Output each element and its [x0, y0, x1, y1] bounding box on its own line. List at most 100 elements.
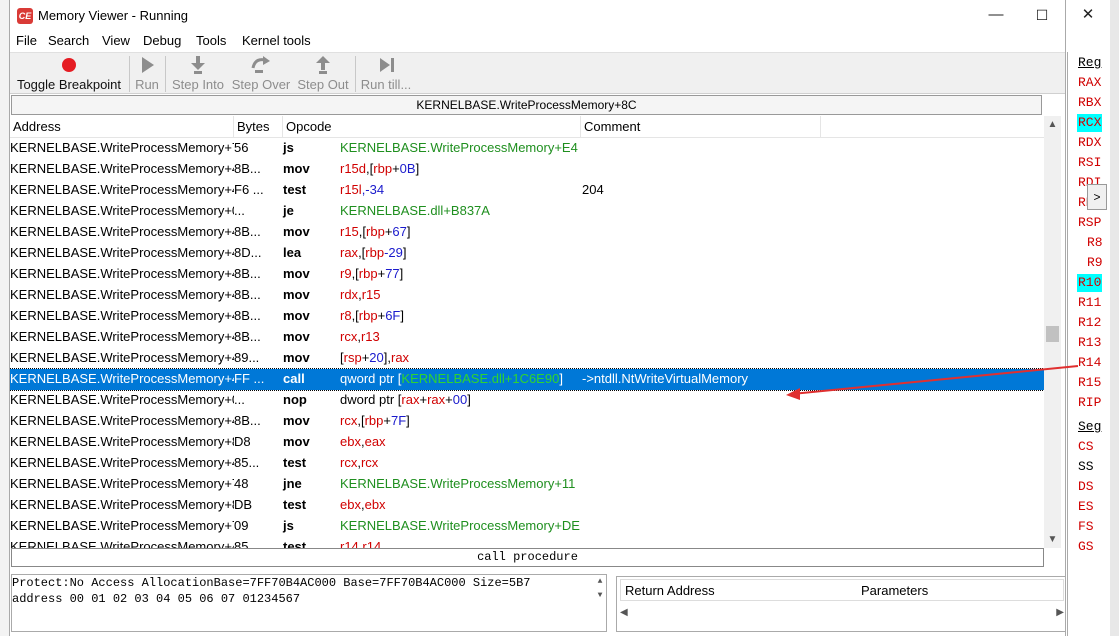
column-comment[interactable]: Comment	[581, 116, 821, 138]
operand-token: ebx	[340, 434, 361, 449]
step-out-icon	[316, 56, 330, 74]
register-rip[interactable]: RIP	[1077, 394, 1102, 412]
register-r15[interactable]: R15	[1077, 374, 1102, 392]
instruction-address: KERNELBASE.WriteProcessMemory+4D	[10, 539, 234, 548]
column-opcode[interactable]: Opcode	[283, 116, 581, 138]
instruction-row[interactable]: KERNELBASE.WriteProcessMemory+8B D8 mov ebx…	[10, 432, 1044, 453]
stack-trace-panel[interactable]: Return Address Parameters ◀ ▶	[616, 576, 1066, 632]
operand-token: rbp	[373, 161, 393, 176]
step-over-button[interactable]: Step Over	[230, 53, 292, 95]
menu-view[interactable]: View	[102, 33, 130, 48]
maximize-button[interactable]: ☐	[1019, 0, 1065, 32]
register-rax[interactable]: RAX	[1077, 74, 1102, 92]
instruction-opcode: mov	[283, 161, 310, 176]
register-r13[interactable]: R13	[1077, 334, 1102, 352]
instruction-row[interactable]: KERNELBASE.WriteProcessMemory+41 F6 ... te…	[10, 180, 1044, 201]
instruction-row[interactable]: KERNELBASE.WriteProcessMemory+4D 85 test r1…	[10, 537, 1044, 548]
instruction-row[interactable]: KERNELBASE.WriteProcessMemory+4C 8B... mov…	[10, 222, 1044, 243]
toggle-breakpoint-button[interactable]: Toggle Breakpoint	[12, 53, 126, 95]
menu-file[interactable]: File	[16, 33, 37, 48]
expand-registers-button[interactable]: >	[1087, 184, 1107, 210]
instruction-row[interactable]: KERNELBASE.WriteProcessMemory+44 8B... mov…	[10, 159, 1044, 180]
instruction-opcode: mov	[283, 266, 310, 281]
register-rsi[interactable]: RSI	[1077, 154, 1102, 172]
instruction-row[interactable]: KERNELBASE.WriteProcessMemory+48 89... mov…	[10, 348, 1044, 369]
segment-fs[interactable]: FS	[1077, 518, 1095, 536]
hex-scroll-up-icon[interactable]: ▲	[594, 577, 606, 589]
register-r9[interactable]: R9	[1086, 254, 1104, 272]
column-bytes[interactable]: Bytes	[234, 116, 283, 138]
register-r11[interactable]: R11	[1077, 294, 1102, 312]
hex-scroll-down-icon[interactable]: ▼	[594, 591, 606, 603]
scroll-up-arrow-icon[interactable]: ▲	[1044, 116, 1061, 133]
instruction-row[interactable]: KERNELBASE.WriteProcessMemory+48 85... tes…	[10, 453, 1044, 474]
menu-tools[interactable]: Tools	[196, 33, 226, 48]
hex-view-panel[interactable]: Protect:No Access AllocationBase=7FF70B4…	[11, 574, 607, 632]
register-rsp[interactable]: RSP	[1077, 214, 1102, 232]
operand-token: ]	[399, 266, 404, 281]
register-rbx[interactable]: RBX	[1077, 94, 1102, 112]
instruction-operands: r14,r14	[340, 537, 582, 548]
instruction-address: KERNELBASE.WriteProcessMemory+78	[10, 518, 234, 533]
operand-token: rbp	[364, 413, 384, 428]
instruction-address: KERNELBASE.WriteProcessMemory+4C	[10, 266, 234, 281]
instruction-row[interactable]: KERNELBASE.WriteProcessMemory+49 8B... mov…	[10, 285, 1044, 306]
minimize-button[interactable]: —	[973, 0, 1019, 32]
step-into-button[interactable]: Step Into	[168, 53, 228, 95]
operand-token: ebx	[364, 497, 386, 512]
scroll-left-arrow-icon[interactable]: ◀	[620, 607, 628, 618]
instruction-row[interactable]: KERNELBASE.WriteProcessMemory+4C 8B... mov…	[10, 264, 1044, 285]
instruction-row[interactable]: KERNELBASE.WriteProcessMemory+78 56 js KERN…	[10, 138, 1044, 159]
segment-cs[interactable]: CS	[1077, 438, 1095, 456]
close-button[interactable]: ✕	[1065, 0, 1111, 32]
menu-bar: File Search View Debug Tools Kernel tool…	[10, 32, 1065, 52]
menu-search[interactable]: Search	[48, 33, 89, 48]
operand-token: ,[	[357, 413, 365, 428]
scroll-down-arrow-icon[interactable]: ▼	[1044, 531, 1061, 548]
instruction-bytes: 8B...	[234, 413, 261, 428]
instruction-row[interactable]: KERNELBASE.WriteProcessMemory+4C 8B... mov…	[10, 306, 1044, 327]
instruction-opcode: test	[283, 182, 307, 197]
desktop-background-left	[0, 0, 9, 636]
register-r8[interactable]: R8	[1086, 234, 1104, 252]
step-out-button[interactable]: Step Out	[294, 53, 352, 95]
instruction-row[interactable]: KERNELBASE.WriteProcessMemory+0F1F... nop…	[10, 390, 1044, 411]
instruction-row[interactable]: KERNELBASE.WriteProcessMemory+85 DB test eb…	[10, 495, 1044, 516]
register-rcx[interactable]: RCX	[1077, 114, 1103, 132]
run-button[interactable]: Run	[132, 53, 162, 95]
debug-toolbar: Toggle Breakpoint Run Step Into Step Ove…	[10, 52, 1065, 94]
instruction-opcode: mov	[283, 329, 310, 344]
column-address[interactable]: Address	[10, 116, 234, 138]
stack-horizontal-scrollbar[interactable]: ◀ ▶	[620, 607, 1064, 623]
register-rdx[interactable]: RDX	[1077, 134, 1102, 152]
run-till-button[interactable]: Run till...	[358, 53, 414, 95]
register-r12[interactable]: R12	[1077, 314, 1102, 332]
cheat-engine-app-icon: CE	[17, 8, 33, 24]
selected-instruction-row[interactable]: KERNELBASE.WriteProcessMemory+48 FF ... ca…	[10, 368, 1044, 391]
instruction-row[interactable]: KERNELBASE.WriteProcessMemory+49 8B... mov…	[10, 327, 1044, 348]
menu-kernel-tools[interactable]: Kernel tools	[242, 33, 311, 48]
column-parameters[interactable]: Parameters	[861, 583, 928, 598]
instruction-row[interactable]: KERNELBASE.WriteProcessMemory+48 8D... lea…	[10, 243, 1044, 264]
title-bar[interactable]: CE Memory Viewer - Running — ☐ ✕	[10, 0, 1094, 32]
toggle-breakpoint-label: Toggle Breakpoint	[16, 77, 122, 92]
disassembler-rows[interactable]: KERNELBASE.WriteProcessMemory+78 56 js KERN…	[10, 138, 1044, 548]
instruction-row[interactable]: KERNELBASE.WriteProcessMemory+0F84... je K…	[10, 201, 1044, 222]
instruction-row[interactable]: KERNELBASE.WriteProcessMemory+75 48 jne KER…	[10, 474, 1044, 495]
instruction-row[interactable]: KERNELBASE.WriteProcessMemory+78 09 js KERN…	[10, 516, 1044, 537]
column-return-address[interactable]: Return Address	[625, 583, 715, 598]
register-r10[interactable]: R10	[1077, 274, 1103, 292]
menu-debug[interactable]: Debug	[143, 33, 181, 48]
register-r14[interactable]: R14	[1077, 354, 1102, 372]
segment-es[interactable]: ES	[1077, 498, 1095, 516]
disassembler-scrollbar[interactable]: ▲ ▼	[1044, 116, 1061, 548]
segment-gs[interactable]: GS	[1077, 538, 1095, 556]
scroll-thumb[interactable]	[1046, 326, 1059, 342]
scroll-right-arrow-icon[interactable]: ▶	[1056, 607, 1064, 618]
instruction-opcode: jne	[283, 476, 302, 491]
segment-ss[interactable]: SS	[1077, 458, 1095, 476]
instruction-operands: ebx,eax	[340, 432, 582, 452]
operand-token: rbp	[358, 308, 378, 323]
segment-ds[interactable]: DS	[1077, 478, 1095, 496]
instruction-row[interactable]: KERNELBASE.WriteProcessMemory+48 8B... mov…	[10, 411, 1044, 432]
